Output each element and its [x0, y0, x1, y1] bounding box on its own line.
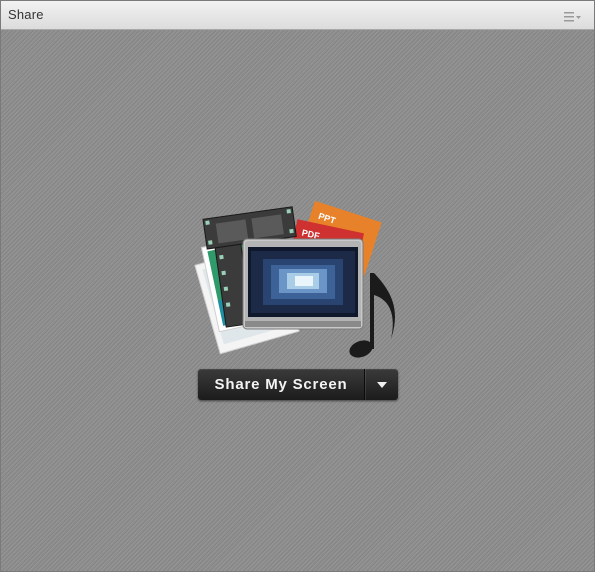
share-options-dropdown-button[interactable] — [365, 369, 398, 400]
pod-titlebar: Share — [1, 1, 594, 30]
share-content-collage-icon: PPT PDF — [191, 199, 406, 361]
menu-lines-dropdown-icon[interactable] — [564, 10, 582, 22]
caret-down-icon — [376, 376, 388, 394]
share-my-screen-button-group: Share My Screen — [198, 369, 398, 400]
share-pod: Share PPT PDF Share My Screen — [0, 0, 595, 572]
pod-title: Share — [8, 7, 44, 22]
share-my-screen-button[interactable]: Share My Screen — [198, 369, 364, 400]
monitor-icon — [242, 238, 364, 330]
